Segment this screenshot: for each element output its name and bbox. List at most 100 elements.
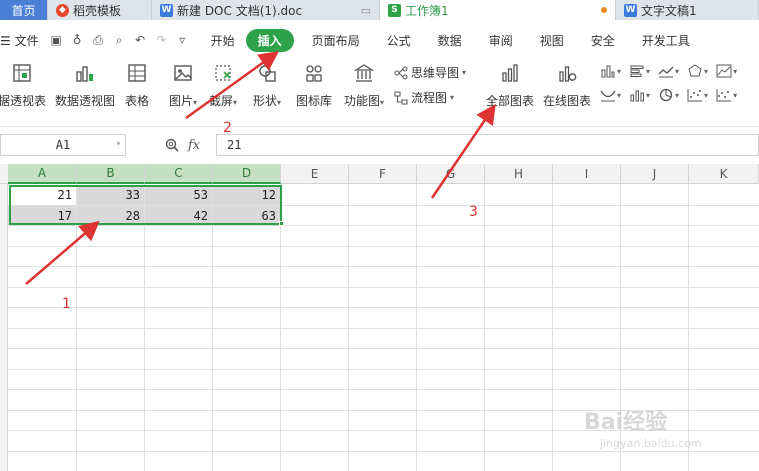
function-chart-button[interactable]: 功能图▾: [342, 56, 386, 109]
menu-formulas[interactable]: 公式: [371, 32, 422, 49]
column-header-k[interactable]: K: [689, 164, 759, 184]
tab-bar: 首页 ◆ 稻壳模板 W 新建 DOC 文档(1).doc ▭ S 工作簿1 W …: [0, 0, 759, 20]
online-charts-button[interactable]: 在线图表: [542, 56, 592, 109]
tab-home[interactable]: 首页: [0, 0, 48, 20]
print-icon[interactable]: ⎙: [91, 33, 106, 48]
pivot-table-button[interactable]: 据透视表: [0, 56, 48, 109]
mindmap-button[interactable]: 思维导图 ▾: [394, 64, 476, 81]
tab-workbook[interactable]: S 工作簿1: [380, 0, 616, 20]
formula-input[interactable]: 21: [216, 134, 759, 156]
table-icon: [128, 64, 146, 82]
grid-column-line: [348, 184, 349, 471]
column-header-g[interactable]: G: [417, 164, 485, 184]
menu-data[interactable]: 数据: [422, 32, 473, 49]
pie-chart-icon: [659, 88, 673, 102]
word-doc-icon: W: [624, 3, 637, 17]
column-chart-icon: [601, 65, 615, 78]
grid-row-line: [8, 245, 759, 247]
grid-row-line: [8, 348, 759, 349]
column-header-c[interactable]: C: [145, 164, 213, 184]
fill-handle[interactable]: [279, 221, 284, 226]
tab-doc-file[interactable]: W 新建 DOC 文档(1).doc ▭: [152, 0, 380, 20]
more-charts-button[interactable]: ▾: [716, 88, 737, 102]
column-headers: ABCDEFGHIJK: [0, 164, 759, 184]
menu-security[interactable]: 安全: [575, 32, 626, 49]
hamburger-icon: ☰: [0, 33, 11, 48]
line-chart-button[interactable]: ▾: [658, 64, 679, 78]
picture-label: 图片▾: [168, 94, 198, 108]
column-header-f[interactable]: F: [349, 164, 417, 184]
quick-access-toolbar: ▣ ♁ ⎙ ⌕ ↶ ↷ ▿: [49, 33, 190, 48]
scatter-chart-icon: [687, 89, 703, 102]
picture-icon: [174, 65, 192, 81]
screenshot-button[interactable]: 截屏▾: [204, 56, 242, 109]
icon-library-button[interactable]: 图标库: [292, 56, 336, 109]
table-button[interactable]: 表格: [120, 56, 154, 109]
file-menu-label: 文件: [14, 33, 39, 48]
column-header-h[interactable]: H: [485, 164, 553, 184]
pivot-table-label: 据透视表: [0, 94, 46, 108]
grid-column-line: [688, 184, 689, 471]
radar-chart-button[interactable]: ▾: [687, 64, 708, 78]
save-icon[interactable]: ▣: [49, 33, 64, 47]
customize-icon[interactable]: ▿: [175, 33, 190, 47]
picture-button[interactable]: 图片▾: [164, 56, 202, 109]
cell-reference: A1: [55, 138, 71, 152]
menu-home[interactable]: 开始: [200, 32, 246, 49]
redo-icon[interactable]: ↷: [154, 33, 169, 47]
menu-developer[interactable]: 开发工具: [626, 32, 701, 49]
more-charts-icon: [716, 89, 732, 102]
format-painter-icon[interactable]: ♁: [70, 33, 85, 47]
pie-chart-button[interactable]: ▾: [658, 88, 679, 102]
grid-column-line: [416, 184, 417, 471]
flowchart-icon: [394, 91, 408, 104]
column-header-d[interactable]: D: [213, 164, 281, 184]
menu-insert[interactable]: 插入: [245, 28, 294, 52]
column-header-j[interactable]: J: [621, 164, 689, 184]
online-charts-icon: [559, 66, 577, 82]
combo-chart-icon: [630, 90, 645, 102]
file-menu[interactable]: ☰ 文件: [0, 32, 49, 49]
spreadsheet-icon: S: [388, 3, 401, 17]
pivot-chart-button[interactable]: 数据透视图: [54, 56, 116, 109]
flowchart-label: 流程图: [411, 91, 448, 105]
undo-icon[interactable]: ↶: [133, 33, 148, 47]
function-chart-icon: [353, 64, 375, 82]
tab-home-label: 首页: [11, 3, 36, 18]
tab-text-doc[interactable]: W 文字文稿1: [616, 0, 759, 20]
word-doc-icon: W: [160, 3, 173, 17]
shape-label: 形状▾: [252, 94, 282, 108]
unsaved-dot-icon: [601, 7, 607, 13]
bar-chart-button[interactable]: ▾: [629, 64, 650, 78]
grid-column-line: [484, 184, 485, 471]
grid-row-line: [8, 368, 759, 370]
zoom-search-icon[interactable]: [164, 137, 180, 153]
print-preview-icon[interactable]: ⌕: [112, 33, 127, 48]
combo-chart-button[interactable]: ▾: [629, 88, 650, 102]
menu-view[interactable]: 视图: [524, 32, 575, 49]
menu-review[interactable]: 审阅: [473, 32, 524, 49]
all-charts-label: 全部图表: [485, 94, 534, 108]
column-header-a[interactable]: A: [8, 164, 77, 184]
chevron-down-icon[interactable]: ▾: [116, 139, 121, 148]
window-icon[interactable]: ▭: [361, 4, 371, 17]
shape-icon: [259, 65, 276, 82]
column-header-e[interactable]: E: [281, 164, 349, 184]
table-label: 表格: [124, 94, 149, 108]
pivot-chart-icon: [76, 66, 93, 82]
menu-page-layout[interactable]: 页面布局: [294, 32, 371, 49]
column-header-b[interactable]: B: [77, 164, 145, 184]
insert-function-button[interactable]: fx: [188, 138, 200, 153]
stock-chart-button[interactable]: ▾: [600, 88, 621, 102]
shape-button[interactable]: 形状▾: [248, 56, 286, 109]
all-charts-button[interactable]: 全部图表: [484, 56, 536, 109]
screenshot-icon: [215, 65, 231, 81]
area-chart-button[interactable]: ▾: [716, 64, 737, 78]
column-header-i[interactable]: I: [553, 164, 621, 184]
column-chart-button[interactable]: ▾: [600, 64, 621, 78]
name-box[interactable]: A1 ▾: [0, 134, 126, 156]
scatter-chart-button[interactable]: ▾: [687, 88, 708, 102]
flowchart-button[interactable]: 流程图 ▾: [394, 89, 476, 106]
tab-docer-templates[interactable]: ◆ 稻壳模板: [48, 0, 152, 20]
docer-icon: ◆: [56, 3, 69, 17]
